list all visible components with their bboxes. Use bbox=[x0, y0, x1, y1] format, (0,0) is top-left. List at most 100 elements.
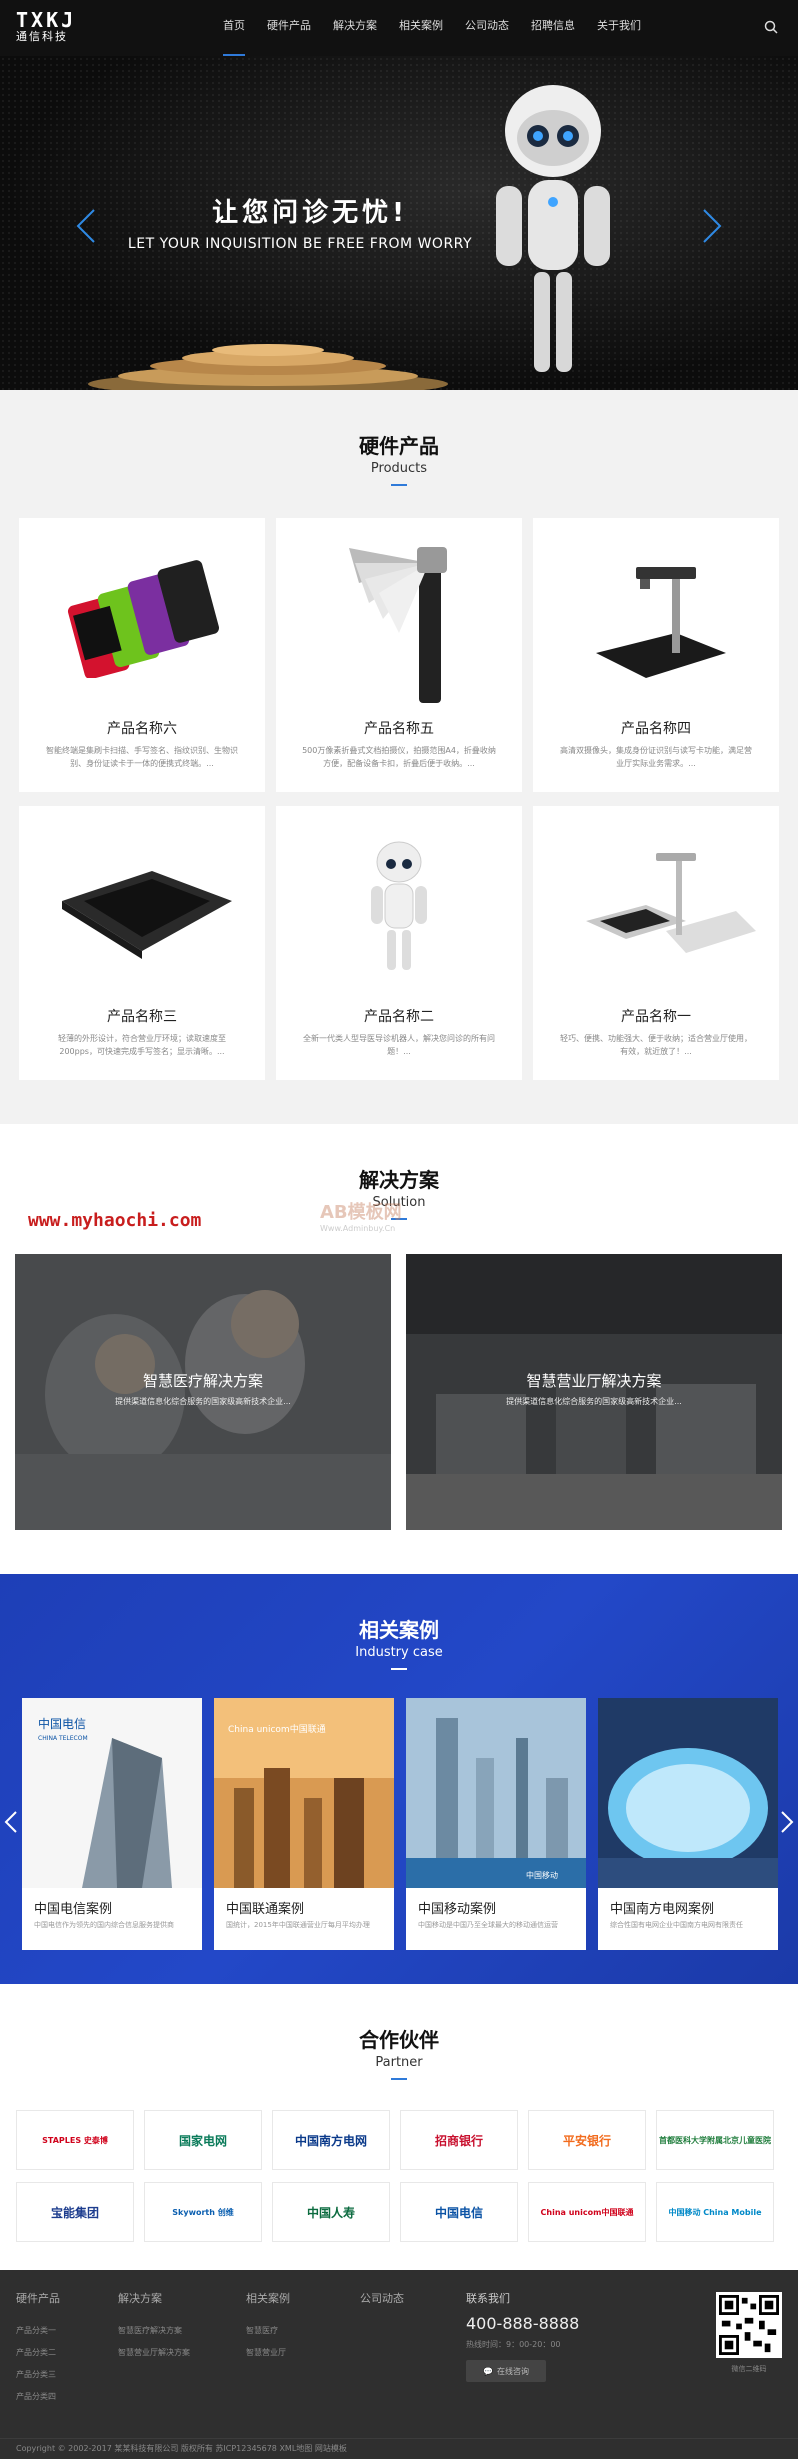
partners-section: 合作伙伴 Partner STAPLES 史泰博 国家电网 中国南方电网 招商银行 平安… bbox=[0, 1984, 798, 2270]
site-logo[interactable]: TXKJ 通信科技 bbox=[16, 10, 76, 44]
watermark-logo-text: AB模板网 bbox=[320, 1202, 402, 1223]
online-consult-button[interactable]: 💬 在线咨询 bbox=[466, 2360, 546, 2382]
section-subtitle: Products bbox=[370, 461, 428, 476]
case-image: China unicom中国联通 bbox=[214, 1698, 394, 1888]
case-card[interactable]: 中国移动 中国移动案例 中国移动是中国乃至全球最大的移动通信运营 bbox=[406, 1698, 586, 1950]
nav-item-about[interactable]: 关于我们 bbox=[586, 0, 652, 56]
footer-link[interactable]: 智慧营业厅解决方案 bbox=[118, 2342, 190, 2364]
search-icon[interactable] bbox=[764, 20, 778, 34]
chat-icon: 💬 bbox=[483, 2366, 493, 2376]
solution-name: 智慧医疗解决方案 bbox=[142, 1372, 263, 1390]
section-title: 解决方案 bbox=[359, 1168, 439, 1192]
cases-heading: 相关案例 Industry case bbox=[0, 1614, 798, 1670]
footer-col-news: 公司动态 bbox=[360, 2290, 404, 2320]
partner-logo[interactable]: 首都医科大学附属北京儿童医院 bbox=[656, 2110, 774, 2170]
partner-logo[interactable]: 国家电网 bbox=[144, 2110, 262, 2170]
product-card[interactable]: 产品名称一 轻巧、便携、功能强大、便于收纳；适合营业厅使用，有效，就近放了！..… bbox=[533, 806, 779, 1080]
product-name: 产品名称二 bbox=[364, 1009, 434, 1025]
nav-item-home[interactable]: 首页 bbox=[212, 0, 256, 56]
product-card[interactable]: 产品名称四 高清双摄像头，集成身份证识别与读写卡功能，满足营业厅实际业务需求。.… bbox=[533, 518, 779, 792]
footer-link[interactable]: 智慧医疗解决方案 bbox=[118, 2320, 190, 2342]
solution-card[interactable]: 智慧医疗解决方案 提供渠道信息化综合服务的国家级高新技术企业... bbox=[15, 1254, 391, 1530]
product-card[interactable]: 产品名称二 全新一代类人型导医导诊机器人，解决您问诊的所有问题！... bbox=[276, 806, 522, 1080]
case-desc: 综合性国有电网企业中国南方电网有限责任 bbox=[610, 1921, 743, 1929]
solutions-section: 解决方案 Solution www.myhaochi.com AB模板网 Www… bbox=[0, 1124, 798, 1574]
partners-heading: 合作伙伴 Partner bbox=[0, 2024, 798, 2080]
case-image: 中国移动 bbox=[406, 1698, 586, 1888]
chevron-right-icon[interactable] bbox=[700, 206, 724, 246]
footer-col-title[interactable]: 相关案例 bbox=[246, 2290, 290, 2306]
partner-logo[interactable]: China unicom中国联通 bbox=[528, 2182, 646, 2242]
hero-banner: 让您问诊无忧! LET YOUR INQUISITION BE FREE FRO… bbox=[0, 56, 798, 390]
partner-logo[interactable]: 中国移动 China Mobile bbox=[656, 2182, 774, 2242]
product-image bbox=[533, 806, 779, 1006]
cases-section: 相关案例 Industry case 中国电信 CHINA TELECOM 中国… bbox=[0, 1574, 798, 1984]
footer-link[interactable]: 产品分类二 bbox=[16, 2342, 60, 2364]
case-logo-subtext: CHINA TELECOM bbox=[38, 1735, 88, 1742]
partner-logo[interactable]: STAPLES 史泰博 bbox=[16, 2110, 134, 2170]
partner-logo[interactable]: 中国人寿 bbox=[272, 2182, 390, 2242]
product-image bbox=[276, 806, 522, 1006]
case-name: 中国电信案例 bbox=[34, 1902, 113, 1917]
product-image bbox=[19, 806, 265, 1006]
footer-link[interactable]: 智慧营业厅 bbox=[246, 2342, 290, 2364]
site-header: TXKJ 通信科技 首页 硬件产品 解决方案 相关案例 公司动态 招聘信息 关于… bbox=[0, 0, 798, 56]
footer-contact: 联系我们 400-888-8888 热线时间：9：00-20：00 💬 在线咨询 bbox=[466, 2290, 579, 2382]
case-desc: 国统计，2015年中国联通营业厅每月平均办理 bbox=[226, 1921, 370, 1929]
nav-item-news[interactable]: 公司动态 bbox=[454, 0, 520, 56]
case-card[interactable]: China unicom中国联通 中国联通案例 国统计，2015年中国联通营业厅… bbox=[214, 1698, 394, 1950]
chevron-left-icon[interactable] bbox=[74, 206, 98, 246]
copyright: Copyright © 2002-2017 某某科技有限公司 版权所有 苏ICP… bbox=[0, 2438, 798, 2458]
case-logo-text: 中国移动 bbox=[526, 1870, 558, 1880]
case-desc: 中国电信作为领先的国内综合信息服务提供商 bbox=[34, 1921, 174, 1929]
product-desc: 轻巧、便携、功能强大、便于收纳；适合营业厅使用，有效，就近放了！... bbox=[560, 1034, 752, 1056]
partner-logo[interactable]: 中国南方电网 bbox=[272, 2110, 390, 2170]
product-card[interactable]: 产品名称六 智能终端是集刷卡扫描、手写签名、指纹识别、生物识别、身份证读卡于一体… bbox=[19, 518, 265, 792]
footer-col-title[interactable]: 解决方案 bbox=[118, 2290, 190, 2306]
product-card[interactable]: 产品名称五 500万像素折叠式文档拍摄仪，拍摄范围A4，折叠收纳方便，配备设备卡… bbox=[276, 518, 522, 792]
partner-logo[interactable]: 中国电信 bbox=[400, 2182, 518, 2242]
product-image bbox=[19, 518, 265, 718]
footer-link[interactable]: 产品分类四 bbox=[16, 2386, 60, 2408]
footer-link[interactable]: 智慧医疗 bbox=[246, 2320, 290, 2342]
partner-logo[interactable]: Skyworth 创维 bbox=[144, 2182, 262, 2242]
nav-item-products[interactable]: 硬件产品 bbox=[256, 0, 322, 56]
section-title: 合作伙伴 bbox=[359, 2028, 439, 2052]
products-section: 硬件产品 Products 产品名称六 智能终端是集刷卡扫描、手写签名、指纹识别… bbox=[0, 390, 798, 1124]
footer-col-solutions: 解决方案 智慧医疗解决方案 智慧营业厅解决方案 bbox=[118, 2290, 190, 2364]
case-card[interactable]: 中国南方电网案例 综合性国有电网企业中国南方电网有限责任 bbox=[598, 1698, 778, 1950]
contact-hours: 热线时间：9：00-20：00 bbox=[466, 2340, 561, 2349]
nav-item-cases[interactable]: 相关案例 bbox=[388, 0, 454, 56]
case-name: 中国联通案例 bbox=[226, 1902, 305, 1917]
product-name: 产品名称六 bbox=[107, 721, 177, 737]
partner-logo[interactable]: 招商银行 bbox=[400, 2110, 518, 2170]
pedestal-illustration bbox=[88, 344, 448, 390]
watermark-url: Www.Adminbuy.Cn bbox=[320, 1224, 396, 1233]
chevron-left-icon[interactable] bbox=[4, 1810, 18, 1834]
nav-item-jobs[interactable]: 招聘信息 bbox=[520, 0, 586, 56]
case-image: 中国电信 CHINA TELECOM bbox=[22, 1698, 202, 1888]
main-nav: 首页 硬件产品 解决方案 相关案例 公司动态 招聘信息 关于我们 bbox=[212, 0, 652, 56]
products-heading: 硬件产品 Products bbox=[0, 430, 798, 486]
solution-desc: 提供渠道信息化综合服务的国家级高新技术企业... bbox=[506, 1397, 682, 1406]
footer-col-products: 硬件产品 产品分类一 产品分类二 产品分类三 产品分类四 bbox=[16, 2290, 60, 2408]
footer-link[interactable]: 产品分类三 bbox=[16, 2364, 60, 2386]
footer-col-title[interactable]: 公司动态 bbox=[360, 2290, 404, 2306]
footer-link[interactable]: 产品分类一 bbox=[16, 2320, 60, 2342]
wechat-qr-code bbox=[716, 2292, 782, 2358]
footer-col-title[interactable]: 硬件产品 bbox=[16, 2290, 60, 2306]
partner-logo[interactable]: 宝能集团 bbox=[16, 2182, 134, 2242]
solution-card[interactable]: 智慧营业厅解决方案 提供渠道信息化综合服务的国家级高新技术企业... bbox=[406, 1254, 782, 1530]
nav-item-solutions[interactable]: 解决方案 bbox=[322, 0, 388, 56]
case-card[interactable]: 中国电信 CHINA TELECOM 中国电信案例 中国电信作为领先的国内综合信… bbox=[22, 1698, 202, 1950]
section-subtitle: Industry case bbox=[355, 1645, 443, 1660]
product-name: 产品名称五 bbox=[364, 721, 434, 737]
case-desc: 中国移动是中国乃至全球最大的移动通信运营 bbox=[418, 1921, 558, 1929]
product-desc: 500万像素折叠式文档拍摄仪，拍摄范围A4，折叠收纳方便，配备设备卡扣，折叠后便… bbox=[302, 746, 496, 768]
product-image bbox=[276, 518, 522, 718]
qr-code-icon bbox=[719, 2295, 779, 2355]
product-card[interactable]: 产品名称三 轻薄的外形设计，符合营业厅环境；读取速度至200pps，可快速完成手… bbox=[19, 806, 265, 1080]
partner-logo[interactable]: 平安银行 bbox=[528, 2110, 646, 2170]
chevron-right-icon[interactable] bbox=[780, 1810, 794, 1834]
product-name: 产品名称一 bbox=[621, 1009, 691, 1025]
